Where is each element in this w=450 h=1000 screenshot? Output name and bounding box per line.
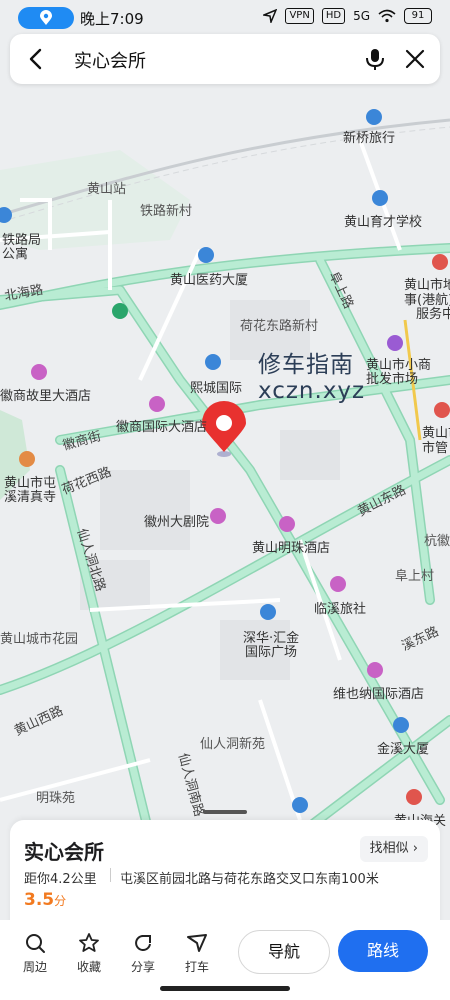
map-label[interactable]: 新桥旅行 [343,127,395,146]
poi-gov-icon [432,254,448,270]
poi-hospital-icon [198,247,214,263]
poi-building-icon [292,797,308,813]
watermark: 修车指南 xczn.xyz [258,352,365,404]
share-icon [135,935,151,951]
back-arrow-icon[interactable] [22,45,50,73]
status-time: 晚上7:09 [80,10,144,28]
metro-icon [112,303,128,319]
map-label[interactable]: 金溪大厦 [377,738,429,757]
poi-hotel-icon [31,364,47,380]
map-label[interactable]: 服务中 [416,303,450,322]
place-distance: 距你4.2公里 [24,872,97,887]
map-label: 仙人洞新苑 [200,737,266,752]
poi-customs-icon [406,789,422,805]
search-bar[interactable]: 实心会所 [10,34,440,84]
find-similar-button[interactable]: 找相似 › [359,836,428,862]
vpn-badge: VPN [285,8,314,24]
status-bar: 晚上7:09 VPN HD 5G 91 [0,0,450,34]
map-label[interactable]: 黄山育才学校 [344,211,422,230]
map-label[interactable]: 维也纳国际酒店 [333,683,424,702]
poi-gov-icon [434,402,450,418]
poi-theater-icon [210,508,226,524]
poi-hotel-icon [330,576,346,592]
poi-hotel-icon [149,396,165,412]
status-icons: VPN HD 5G 91 [263,8,432,24]
poi-hotel-icon [367,662,383,678]
map-label[interactable]: 溪清真寺 [4,486,56,505]
road-label: 杭徽 [424,534,450,549]
watermark-line: 修车指南 [258,352,354,378]
map-label[interactable]: 黄山医药大厦 [170,269,248,288]
map-label: 荷花东路新村 [240,319,319,334]
poi-school-icon [372,190,388,206]
map-label: 黄山城市花园 [0,632,79,647]
poi-market-icon [387,335,403,351]
navigation-arrow-icon [263,9,278,23]
share-button[interactable]: 分享 [119,932,167,975]
place-card[interactable]: 实心会所 找相似 › 距你4.2公里 屯溪区前园北路与荷花东路交叉口东南100米… [10,810,440,930]
favorite-label: 收藏 [76,960,101,974]
battery-icon: 91 [404,8,432,24]
map-label: 铁路新村 [140,204,193,219]
map-label[interactable]: 徽商国际大酒店 [116,416,207,435]
microphone-icon[interactable] [362,46,388,72]
map-label[interactable]: 临溪旅社 [314,598,366,617]
rating-unit: 分 [54,894,67,908]
drag-handle[interactable] [203,810,247,814]
route-button[interactable]: 路线 [338,930,428,972]
location-icon [40,10,52,25]
taxi-button[interactable]: 打车 [173,932,221,975]
map-label[interactable]: 市管 [422,437,448,456]
nearby-button[interactable]: 周边 [11,932,59,975]
find-similar-label: 找相似 [369,841,409,856]
nearby-label: 周边 [22,960,47,974]
favorite-button[interactable]: 收藏 [65,932,113,975]
location-indicator [18,7,74,29]
place-rating: 3.5分 [24,890,66,910]
map-label: 阜上村 [395,569,435,584]
taxi-label: 打车 [184,960,209,974]
share-label: 分享 [130,960,155,974]
map-label[interactable]: 熙城国际 [190,377,242,396]
search-icon [26,934,45,953]
map-label[interactable]: 批发市场 [366,368,418,387]
search-query[interactable]: 实心会所 [74,47,146,73]
hd-badge: HD [321,8,346,24]
divider [110,868,111,882]
wifi-icon [378,9,396,23]
watermark-line: xczn.xyz [258,378,366,404]
chevron-right-icon: › [412,841,418,856]
place-address: 屯溪区前园北路与荷花东路交叉口东南100米 [120,872,379,887]
star-icon [79,933,99,952]
map-label[interactable]: 徽州大剧院 [144,511,209,530]
map-label[interactable]: 国际广场 [245,641,297,660]
home-indicator [160,986,290,991]
poi-building-icon [393,717,409,733]
rating-value: 3.5 [24,890,55,910]
map-label[interactable]: 徽商故里大酒店 [0,385,91,404]
map-label[interactable]: 公寓 [2,243,28,262]
poi-building-icon [260,604,276,620]
poi-travel-icon [366,109,382,125]
place-name: 实心会所 [24,840,104,864]
close-icon[interactable] [402,46,428,72]
map-label: 明珠苑 [36,791,76,806]
poi-building-icon [205,354,221,370]
navigate-button[interactable]: 导航 [238,930,330,974]
poi-mosque-icon [19,451,35,467]
network-label: 5G [353,9,370,23]
taxi-icon [187,934,207,952]
map-label[interactable]: 黄山站 [87,178,126,197]
poi-hotel-icon [279,516,295,532]
map-label[interactable]: 黄山明珠酒店 [252,537,330,556]
